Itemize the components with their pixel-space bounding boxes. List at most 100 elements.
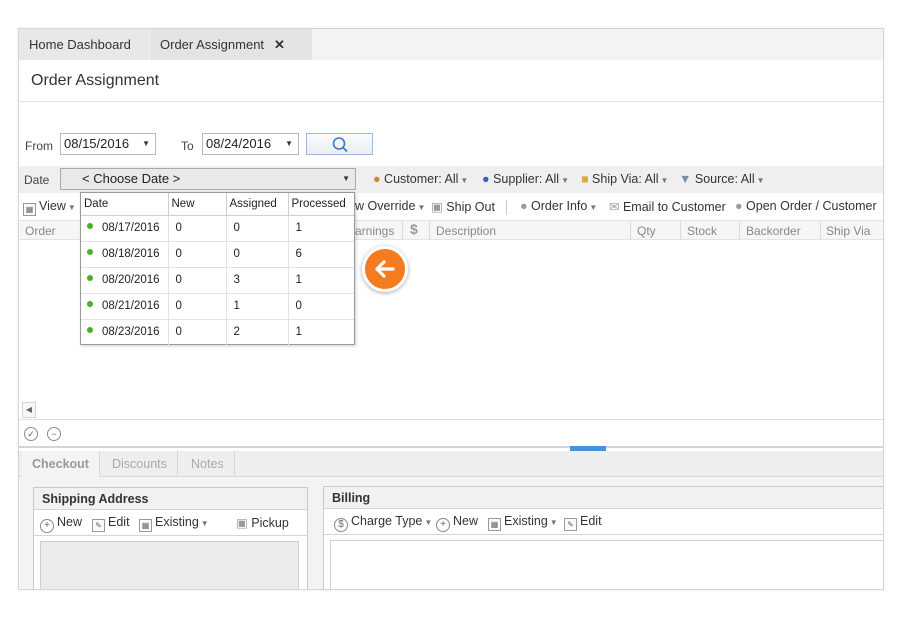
- view-icon: ▦: [23, 203, 36, 216]
- from-date-picker[interactable]: 08/15/2016 ▼: [60, 133, 156, 155]
- email-label: Email to Customer: [622, 200, 726, 214]
- billing-title: Billing: [324, 487, 883, 509]
- toolbar-separator: [506, 200, 507, 215]
- supplier-filter[interactable]: ● Supplier: All ▼: [482, 172, 569, 186]
- chevron-down-icon: ▼: [67, 203, 76, 212]
- app-window: Home Dashboard Order Assignment ✕ Order A…: [18, 28, 884, 590]
- date-dropdown-list: Date New Assigned Processed 08/17/2016 0…: [80, 192, 355, 345]
- chevron-down-icon: ▼: [756, 176, 765, 185]
- order-info-label: Order Info: [531, 199, 588, 213]
- edit-icon: ✎: [92, 519, 105, 532]
- billing-edit-label: Edit: [580, 514, 602, 528]
- billing-new-button[interactable]: + New: [436, 514, 478, 532]
- dropdown-cell-assigned: 2: [226, 319, 289, 345]
- column-ship-via[interactable]: Ship Via: [826, 224, 870, 238]
- shipping-edit-button[interactable]: ✎ Edit: [92, 515, 130, 532]
- chevron-down-icon: ▼: [460, 176, 469, 185]
- tab-discounts[interactable]: Discounts: [102, 451, 178, 477]
- subtab-bar: Checkout Discounts Notes: [19, 451, 883, 477]
- charge-type-button[interactable]: $ Charge Type ▼: [334, 514, 432, 532]
- dropdown-cell-date: 08/18/2016: [81, 241, 169, 268]
- dropdown-row[interactable]: 08/23/2016 0 2 1: [81, 319, 354, 345]
- ship-via-filter[interactable]: ■ Ship Via: All ▼: [581, 172, 668, 186]
- chevron-down-icon: ▼: [561, 176, 569, 185]
- dropdown-cell-processed: 0: [288, 293, 354, 320]
- email-customer-button[interactable]: ✉ Email to Customer: [609, 199, 726, 214]
- column-description[interactable]: Description: [436, 224, 496, 238]
- close-icon[interactable]: ✕: [274, 37, 285, 52]
- column-order[interactable]: Order: [25, 224, 56, 238]
- tab-home-dashboard[interactable]: Home Dashboard: [19, 29, 149, 60]
- column-separator: [402, 221, 403, 240]
- ship-out-button[interactable]: ▣ Ship Out: [431, 199, 495, 214]
- customer-filter-label: Customer: All: [384, 172, 459, 186]
- box-icon: ▣: [236, 516, 248, 530]
- chevron-down-icon: ▼: [589, 203, 598, 212]
- order-info-button[interactable]: ● Order Info ▼: [520, 199, 597, 213]
- edit-icon: ✎: [564, 518, 577, 531]
- override-button[interactable]: w Override ▼: [355, 199, 425, 213]
- dollar-circle-icon: $: [334, 518, 348, 532]
- column-earnings[interactable]: arnings: [355, 224, 394, 238]
- billing-panel: Billing $ Charge Type ▼ + New ▦ Existing ▼ ✎ E…: [323, 486, 883, 589]
- divider: [19, 419, 883, 420]
- billing-edit-button[interactable]: ✎ Edit: [564, 514, 602, 531]
- dropdown-header-assigned: Assigned: [226, 193, 289, 216]
- view-button[interactable]: ▦ View ▼: [23, 199, 76, 216]
- date-select[interactable]: < Choose Date > ▼: [60, 168, 356, 190]
- billing-toolbar: $ Charge Type ▼ + New ▦ Existing ▼ ✎ Edit: [324, 509, 883, 535]
- divider: [19, 101, 883, 102]
- source-filter[interactable]: ▼ Source: All ▼: [679, 172, 765, 186]
- dropdown-row[interactable]: 08/21/2016 0 1 0: [81, 293, 354, 320]
- scroll-left-button[interactable]: ◀: [22, 402, 36, 418]
- source-icon: ▼: [679, 172, 692, 186]
- shipping-pickup-button[interactable]: ▣ Pickup: [236, 515, 289, 530]
- tab-checkout[interactable]: Checkout: [22, 451, 100, 477]
- dropdown-cell-date: 08/23/2016: [81, 319, 169, 345]
- dropdown-cell-processed: 1: [288, 215, 354, 242]
- billing-existing-button[interactable]: ▦ Existing ▼: [488, 514, 558, 531]
- shipping-existing-button[interactable]: ▦ Existing ▼: [139, 515, 209, 532]
- filter-bar: Date < Choose Date > ▼ ● Customer: All ▼ …: [19, 166, 883, 193]
- plus-circle-icon: +: [40, 519, 54, 533]
- column-separator: [739, 221, 740, 240]
- dropdown-header-date: Date: [81, 193, 169, 216]
- dropdown-cell-processed: 6: [288, 241, 354, 268]
- column-stock[interactable]: Stock: [687, 224, 717, 238]
- to-date-picker[interactable]: 08/24/2016 ▼: [202, 133, 299, 155]
- email-icon: ✉: [609, 200, 620, 214]
- chevron-down-icon: ▼: [549, 518, 558, 527]
- dropdown-header-processed: Processed: [288, 193, 354, 216]
- dropdown-cell-assigned: 1: [226, 293, 289, 320]
- billing-box[interactable]: [330, 540, 883, 589]
- shipping-new-button[interactable]: + New: [40, 515, 82, 533]
- dropdown-cell-date: 08/20/2016: [81, 267, 169, 294]
- dropdown-cell-new: 0: [168, 241, 227, 268]
- dollar-icon: $: [410, 221, 418, 237]
- open-order-customer-button[interactable]: ● Open Order / Customer: [735, 199, 877, 213]
- dropdown-row[interactable]: 08/17/2016 0 0 1: [81, 215, 354, 242]
- supplier-filter-label: Supplier: All: [493, 172, 560, 186]
- status-dot-icon: [87, 301, 93, 307]
- tab-order-assignment[interactable]: Order Assignment ✕: [150, 29, 312, 60]
- shipping-address-box[interactable]: [40, 541, 299, 589]
- minus-circle-icon[interactable]: −: [47, 427, 61, 441]
- splitter[interactable]: [19, 446, 883, 448]
- user-icon: ●: [520, 199, 528, 213]
- chevron-down-icon: ▼: [424, 518, 433, 527]
- date-value: 08/21/2016: [102, 300, 160, 312]
- dropdown-cell-new: 0: [168, 215, 227, 242]
- dropdown-row[interactable]: 08/18/2016 0 0 6: [81, 241, 354, 268]
- column-qty[interactable]: Qty: [637, 224, 656, 238]
- date-value: 08/17/2016: [102, 222, 160, 234]
- plus-circle-icon: +: [436, 518, 450, 532]
- customer-filter[interactable]: ● Customer: All ▼: [373, 172, 468, 186]
- tab-notes[interactable]: Notes: [181, 451, 235, 477]
- column-backorder[interactable]: Backorder: [746, 224, 801, 238]
- ship-out-label: Ship Out: [446, 200, 495, 214]
- check-circle-icon[interactable]: ✓: [24, 427, 38, 441]
- page-title: Order Assignment: [31, 72, 160, 89]
- dropdown-row[interactable]: 08/20/2016 0 3 1: [81, 267, 354, 294]
- search-button[interactable]: [306, 133, 373, 155]
- package-icon: ■: [581, 172, 589, 186]
